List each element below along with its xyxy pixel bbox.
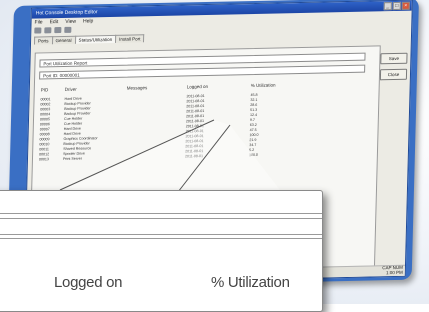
field-outline [0,234,322,235]
field-outline [0,218,322,219]
magnified-callout: Logged on % Utilization [0,190,323,312]
magnified-col-logged-on: Logged on [54,274,123,291]
field-outline [0,213,322,214]
magnified-col-utilization: % Utilization [211,274,290,291]
field-outline [0,238,322,239]
